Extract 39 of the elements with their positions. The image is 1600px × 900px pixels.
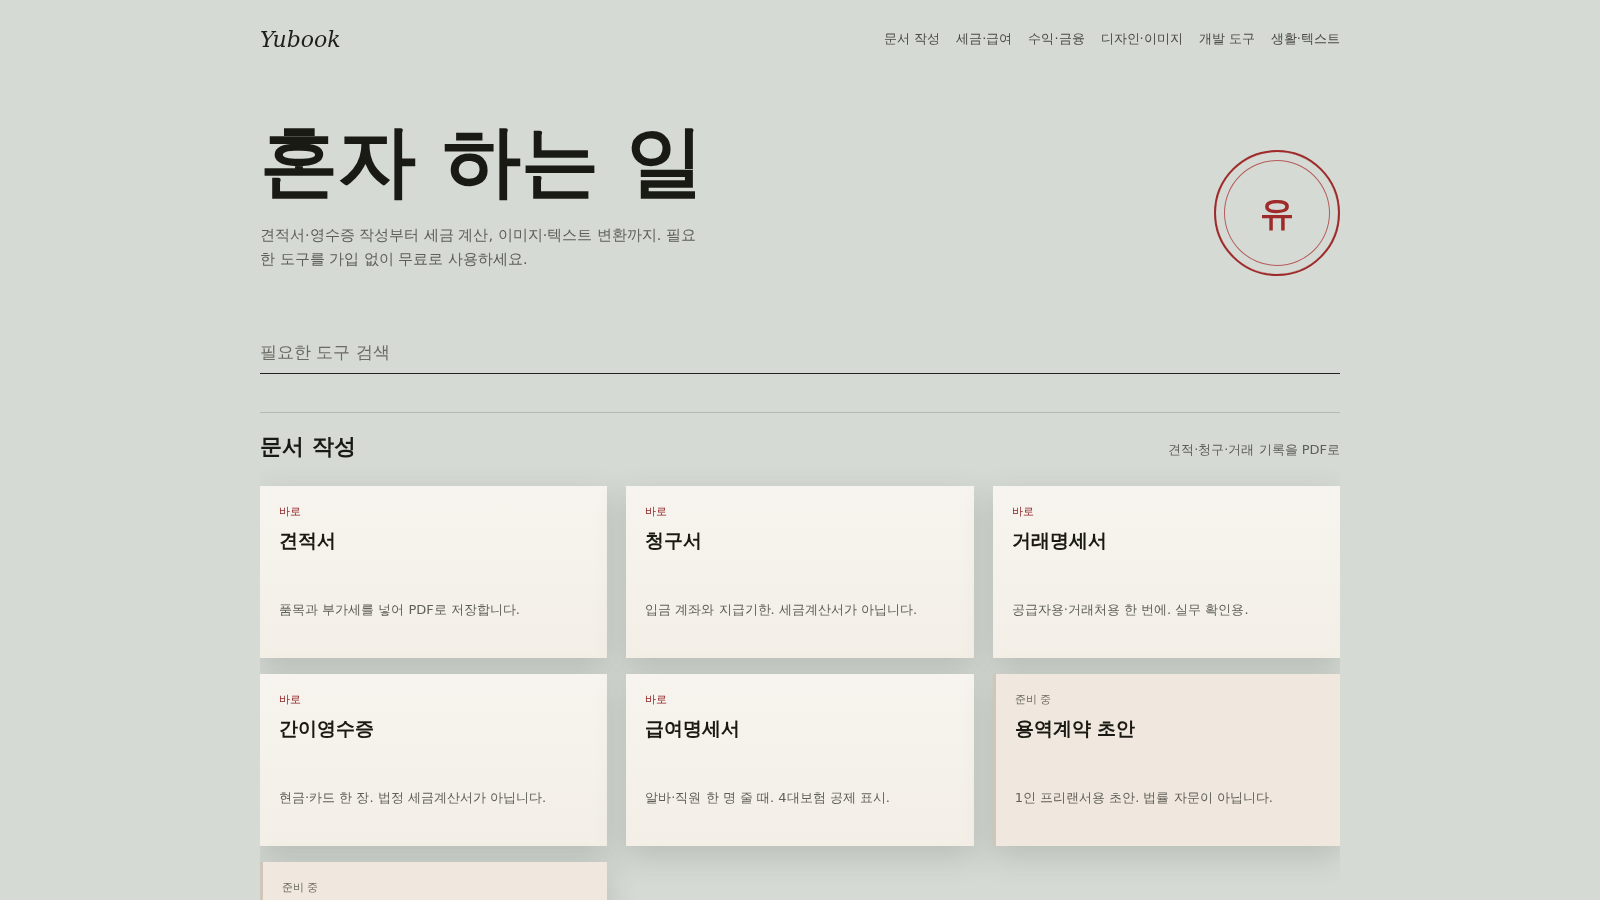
status-label: 준비 중 [282,879,320,896]
nav-link[interactable]: 수익·금융 [1028,29,1085,49]
status-label: 바로 [645,503,669,520]
card-description: 현금·카드 한 장. 법정 세금계산서가 아닙니다. [279,789,548,808]
nav-link[interactable]: 문서 작성 [884,29,941,49]
card-description: 공급자용·거래처용 한 번에. 실무 확인용. [1011,601,1250,620]
section-note: 견적·청구·거래 기록을 PDF로 [1168,441,1340,460]
tool-card[interactable]: 바로 급여명세서 알바·직원 한 명 줄 때. 4대보험 공제 표시. [626,673,974,846]
card-description: 1인 프리랜서용 초안. 법률 자문이 아닙니다. [1014,789,1274,808]
status-label: 바로 [279,691,302,708]
logo[interactable]: Yubook [260,22,341,56]
section-title: 문서 작성 [260,433,356,460]
card-title: 청구서 [645,528,704,554]
nav-link[interactable]: 생활·텍스트 [1270,29,1340,49]
card-title: 견적서 [279,528,337,554]
tool-card[interactable]: 준비 중 용역계약 초안 1인 프리랜서용 초안. 법률 자문이 아닙니다. [992,673,1340,846]
subtitle: 견적서·영수증 작성부터 세금 계산, 이미지·텍스트 변환까지. 필요한 도구를 가입 없이 무료로 사용하세요. [260,226,698,269]
card-title: 용역계약 초안 [1014,716,1137,742]
card-title: 급여명세서 [645,716,742,742]
search-field[interactable]: 필요한 도구 검색 [260,331,1340,375]
card-description: 알바·직원 한 명 줄 때. 4대보험 공제 표시. [645,789,891,808]
status-label: 바로 [645,691,669,708]
card-title: 거래명세서 [1011,528,1108,554]
status-label: 바로 [279,503,302,520]
card-description: 입금 계좌와 지급기한. 세금계산서가 아닙니다. [645,601,919,620]
nav-link[interactable]: 세금·급여 [956,29,1013,49]
status-label: 바로 [1011,503,1035,520]
status-label: 준비 중 [1014,691,1053,708]
tool-card[interactable]: 준비 중 [260,861,608,900]
nav-link[interactable]: 디자인·이미지 [1100,29,1183,49]
tool-card[interactable]: 바로 간이영수증 현금·카드 한 장. 법정 세금계산서가 아닙니다. [260,673,608,846]
card-title: 간이영수증 [279,716,375,742]
nav-link[interactable]: 개발 도구 [1198,29,1255,49]
card-description: 품목과 부가세를 넣어 PDF로 저장합니다. [279,601,521,620]
seal-stamp: 유 [1214,150,1340,276]
tool-card[interactable]: 바로 견적서 품목과 부가세를 넣어 PDF로 저장합니다. [260,485,608,658]
tool-card[interactable]: 바로 거래명세서 공급자용·거래처용 한 번에. 실무 확인용. [992,485,1340,658]
tool-card[interactable]: 바로 청구서 입금 계좌와 지급기한. 세금계산서가 아닙니다. [626,485,974,658]
page-title: 혼자 하는 일 [260,122,706,200]
